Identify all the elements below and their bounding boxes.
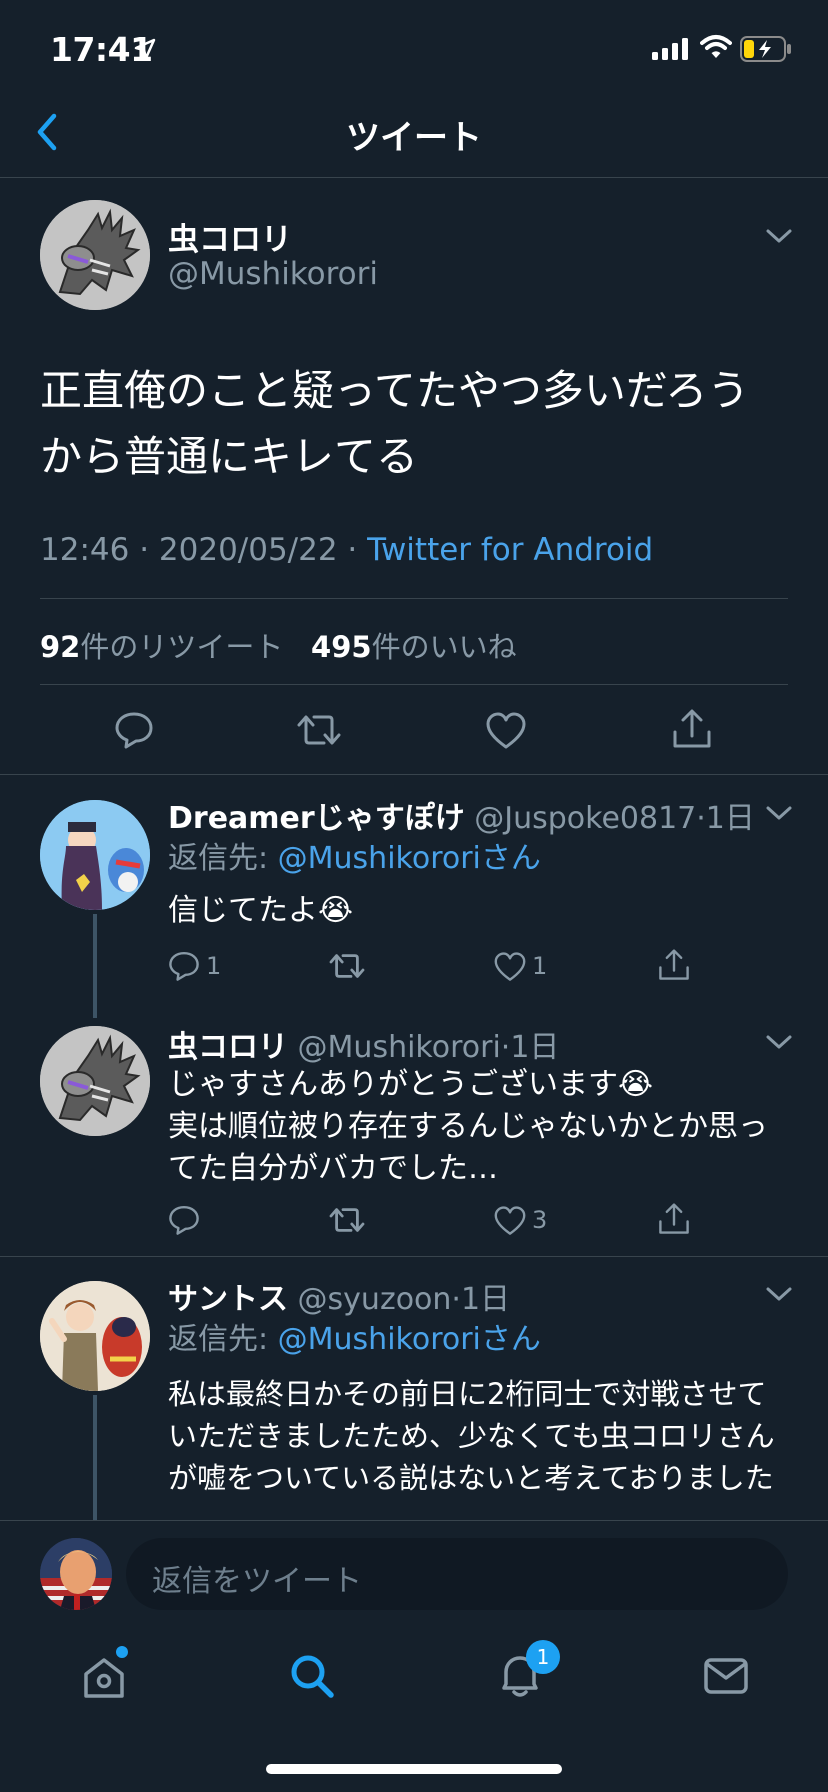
- reply-avatar[interactable]: [40, 1281, 150, 1391]
- share-icon[interactable]: [672, 708, 712, 750]
- dragon-avatar-image: [40, 200, 150, 310]
- messages-envelope-icon[interactable]: [702, 1656, 750, 1696]
- reply-author-name[interactable]: サントス: [168, 1282, 288, 1317]
- divider: [0, 774, 828, 775]
- reply-avatar[interactable]: [40, 800, 150, 910]
- replying-to-prefix: 返信先:: [168, 1322, 278, 1357]
- retweet-count-label[interactable]: 件のリツイート: [80, 630, 283, 664]
- tweet-source-link[interactable]: Twitter for Android: [367, 532, 653, 568]
- like-count: 3: [532, 1206, 548, 1234]
- like-count-label[interactable]: 件のいいね: [372, 630, 517, 664]
- battery-charging-icon: [740, 36, 791, 62]
- tweet-meta: 12:46 · 2020/05/22 · Twitter for Android: [40, 532, 653, 568]
- retweet-icon[interactable]: [296, 710, 342, 750]
- reply-icon[interactable]: [168, 1204, 200, 1236]
- replying-to-link[interactable]: @Mushikororiさん: [278, 841, 541, 876]
- trainer-avatar-image: [40, 1281, 150, 1391]
- notifications-badge: 1: [526, 1640, 560, 1674]
- author-handle[interactable]: @Mushikorori: [168, 256, 378, 292]
- reply-clip-region: サントス @syuzoon·1日 返信先: @Mushikororiさん 私は最…: [0, 1257, 828, 1520]
- reply-author-handle[interactable]: @Mushikorori: [298, 1030, 501, 1065]
- like-heart-icon[interactable]: [494, 1206, 526, 1236]
- reply-time: ·1日: [451, 1282, 511, 1317]
- reply-author-name[interactable]: Dreamerじゃすぽけ: [168, 801, 465, 836]
- replying-to: 返信先: @Mushikororiさん: [168, 1319, 541, 1361]
- author-avatar[interactable]: [40, 200, 150, 310]
- home-new-dot: [116, 1646, 128, 1658]
- cellular-signal-icon: [652, 38, 688, 60]
- location-arrow-icon: [134, 38, 156, 60]
- reply-text: 信じてたよ😭: [168, 893, 354, 928]
- retweet-count[interactable]: 92: [40, 630, 80, 664]
- replying-to-link[interactable]: @Mushikororiさん: [278, 1322, 541, 1357]
- thread-line: [93, 914, 97, 1018]
- trainer-avatar-image: [40, 800, 150, 910]
- current-user-avatar[interactable]: [40, 1538, 112, 1610]
- chevron-down-icon[interactable]: [764, 226, 794, 246]
- reply-text-line: 実は順位被り存在するんじゃないかとか思ってた自分がバカでした…: [168, 1109, 768, 1186]
- thread-line: [93, 1395, 97, 1520]
- replying-to-prefix: 返信先:: [168, 841, 278, 876]
- dragon-avatar-image: [40, 1026, 150, 1136]
- reply-author-handle[interactable]: @syuzoon: [298, 1282, 452, 1317]
- tweet-timestamp: 12:46 · 2020/05/22 ·: [40, 532, 368, 568]
- like-count[interactable]: 495: [311, 630, 372, 664]
- like-count: 1: [532, 952, 548, 980]
- retweet-icon[interactable]: [328, 950, 366, 982]
- home-icon[interactable]: [80, 1654, 128, 1702]
- page-title: ツイート: [346, 118, 482, 158]
- reply-avatar[interactable]: [40, 1026, 150, 1136]
- tweet-text: 正直俺のこと疑ってたやつ多いだろうから普通にキレてる: [40, 366, 750, 481]
- reply-text: 私は最終日かその前日に2桁同士で対戦させていただきましたため、少なくても虫コロリ…: [168, 1377, 775, 1495]
- reply-time: ·1日: [696, 801, 755, 836]
- chevron-down-icon[interactable]: [764, 1032, 794, 1052]
- reply-input[interactable]: 返信をツイート: [126, 1538, 788, 1610]
- search-icon[interactable]: [288, 1652, 336, 1700]
- reply-header: サントス @syuzoon·1日: [168, 1274, 510, 1318]
- share-icon[interactable]: [658, 948, 690, 982]
- reply-icon[interactable]: [114, 710, 154, 750]
- reply-author-handle[interactable]: @Juspoke0817: [474, 801, 696, 836]
- share-icon[interactable]: [658, 1202, 690, 1236]
- reply-time: ·1日: [500, 1030, 560, 1065]
- reply-header: 虫コロリ @Mushikorori·1日: [168, 1022, 559, 1066]
- home-indicator[interactable]: [266, 1764, 562, 1774]
- divider: [40, 598, 788, 599]
- tweet-counts: 92件のリツイート 495件のいいね: [40, 624, 517, 666]
- retweet-icon[interactable]: [328, 1204, 366, 1236]
- reply-count: 1: [206, 952, 222, 980]
- user-photo-image: [40, 1538, 112, 1610]
- wifi-icon: [700, 35, 732, 58]
- reply-author-name[interactable]: 虫コロリ: [168, 1030, 288, 1065]
- chevron-down-icon[interactable]: [764, 1284, 794, 1304]
- like-heart-icon[interactable]: [494, 952, 526, 982]
- author-name[interactable]: 虫コロリ: [168, 214, 292, 259]
- chevron-down-icon[interactable]: [764, 803, 794, 823]
- replying-to: 返信先: @Mushikororiさん: [168, 838, 541, 880]
- divider: [40, 684, 788, 685]
- reply-header: Dreamerじゃすぽけ @Juspoke0817·1日: [168, 793, 755, 837]
- reply-icon[interactable]: [168, 950, 200, 982]
- like-heart-icon[interactable]: [486, 712, 526, 750]
- reply-text-line: じゃすさんありがとうございます😭: [168, 1067, 654, 1102]
